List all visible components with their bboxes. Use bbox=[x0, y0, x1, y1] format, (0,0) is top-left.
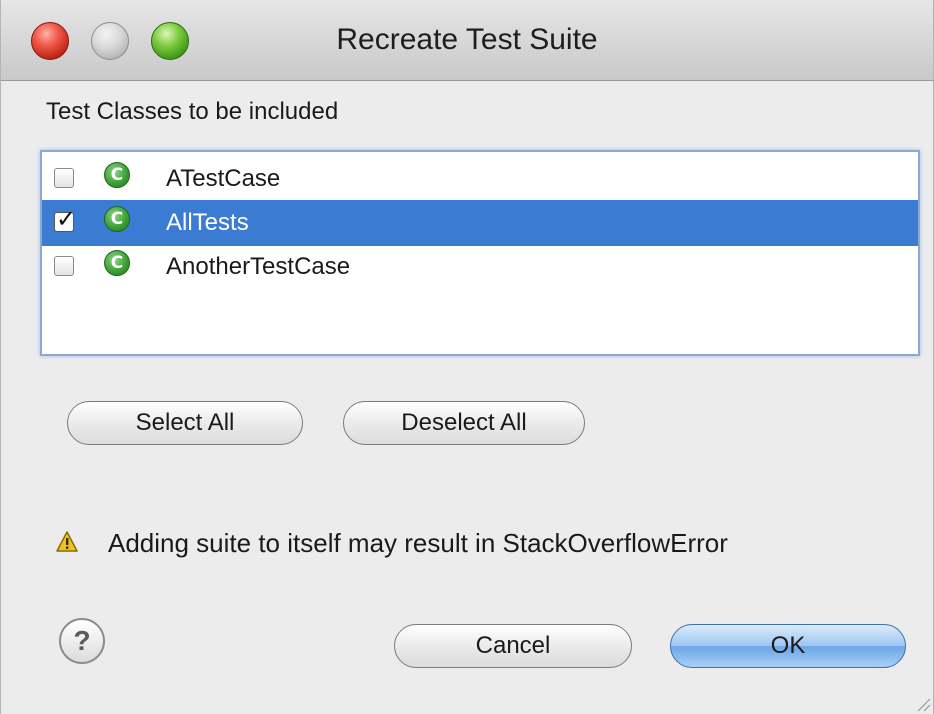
help-icon[interactable]: ? bbox=[59, 618, 105, 664]
class-name: AllTests bbox=[166, 209, 249, 236]
warning-icon bbox=[56, 531, 78, 552]
list-item-anothertestcase[interactable]: C AnotherTestCase bbox=[42, 244, 918, 290]
include-checkbox[interactable] bbox=[54, 168, 74, 188]
cancel-button[interactable]: Cancel bbox=[394, 624, 632, 668]
title-bar[interactable]: Recreate Test Suite bbox=[1, 0, 933, 81]
list-item-alltests[interactable]: ✓ C AllTests bbox=[42, 200, 918, 246]
ok-button[interactable]: OK bbox=[670, 624, 906, 668]
checkmark-icon: ✓ bbox=[56, 205, 77, 233]
select-all-button[interactable]: Select All bbox=[67, 401, 303, 445]
test-classes-label: Test Classes to be included bbox=[46, 98, 339, 125]
test-classes-list[interactable]: C ATestCase ✓ C AllTests C AnotherTestCa… bbox=[40, 150, 920, 356]
class-name: AnotherTestCase bbox=[166, 253, 351, 280]
list-item-atestcase[interactable]: C ATestCase bbox=[42, 156, 918, 202]
deselect-all-button[interactable]: Deselect All bbox=[343, 401, 585, 445]
warning-text: Adding suite to itself may result in Sta… bbox=[108, 528, 728, 558]
include-checkbox[interactable] bbox=[54, 256, 74, 276]
class-icon: C bbox=[104, 206, 130, 232]
class-name: ATestCase bbox=[166, 165, 281, 192]
dialog-window: Recreate Test Suite Test Classes to be i… bbox=[0, 0, 934, 714]
include-checkbox[interactable]: ✓ bbox=[54, 205, 76, 233]
class-icon: C bbox=[104, 250, 130, 276]
class-icon: C bbox=[104, 162, 130, 188]
resize-grip-icon[interactable] bbox=[913, 694, 931, 712]
window-title: Recreate Test Suite bbox=[336, 23, 598, 56]
